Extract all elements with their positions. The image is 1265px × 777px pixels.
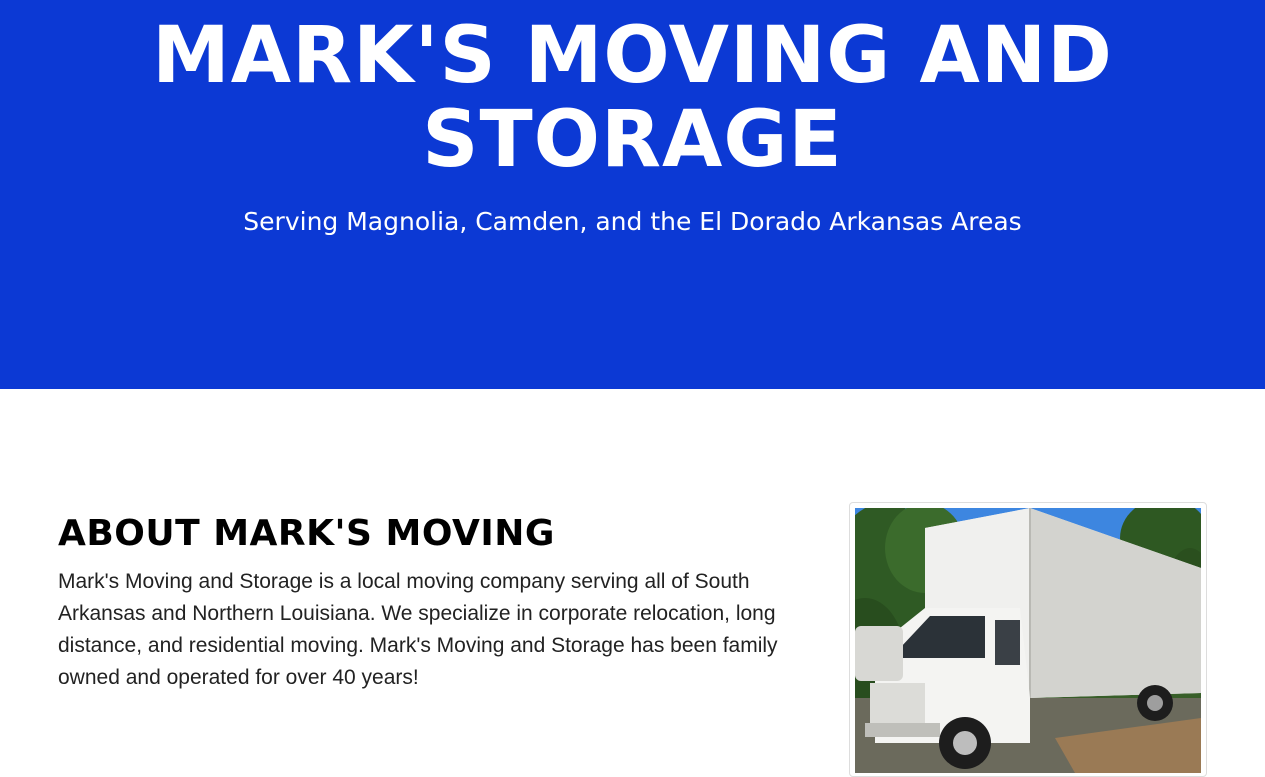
- site-title-line-2: STORAGE: [422, 95, 843, 185]
- moving-truck-image: [855, 508, 1201, 773]
- truck-photo-frame: [849, 502, 1207, 777]
- hero-banner: MARK'S MOVING AND STORAGE Serving Magnol…: [0, 0, 1265, 389]
- moving-truck-illustration: [855, 508, 1201, 773]
- about-description: Mark's Moving and Storage is a local mov…: [58, 570, 778, 689]
- site-subtitle: Serving Magnolia, Camden, and the El Dor…: [243, 207, 1022, 236]
- site-title-line-1: MARK'S MOVING AND: [152, 11, 1113, 101]
- site-title: MARK'S MOVING AND STORAGE: [0, 14, 1265, 182]
- about-section: ABOUT MARK'S MOVING Mark's Moving and St…: [58, 510, 828, 694]
- about-heading: ABOUT MARK'S MOVING: [58, 513, 555, 554]
